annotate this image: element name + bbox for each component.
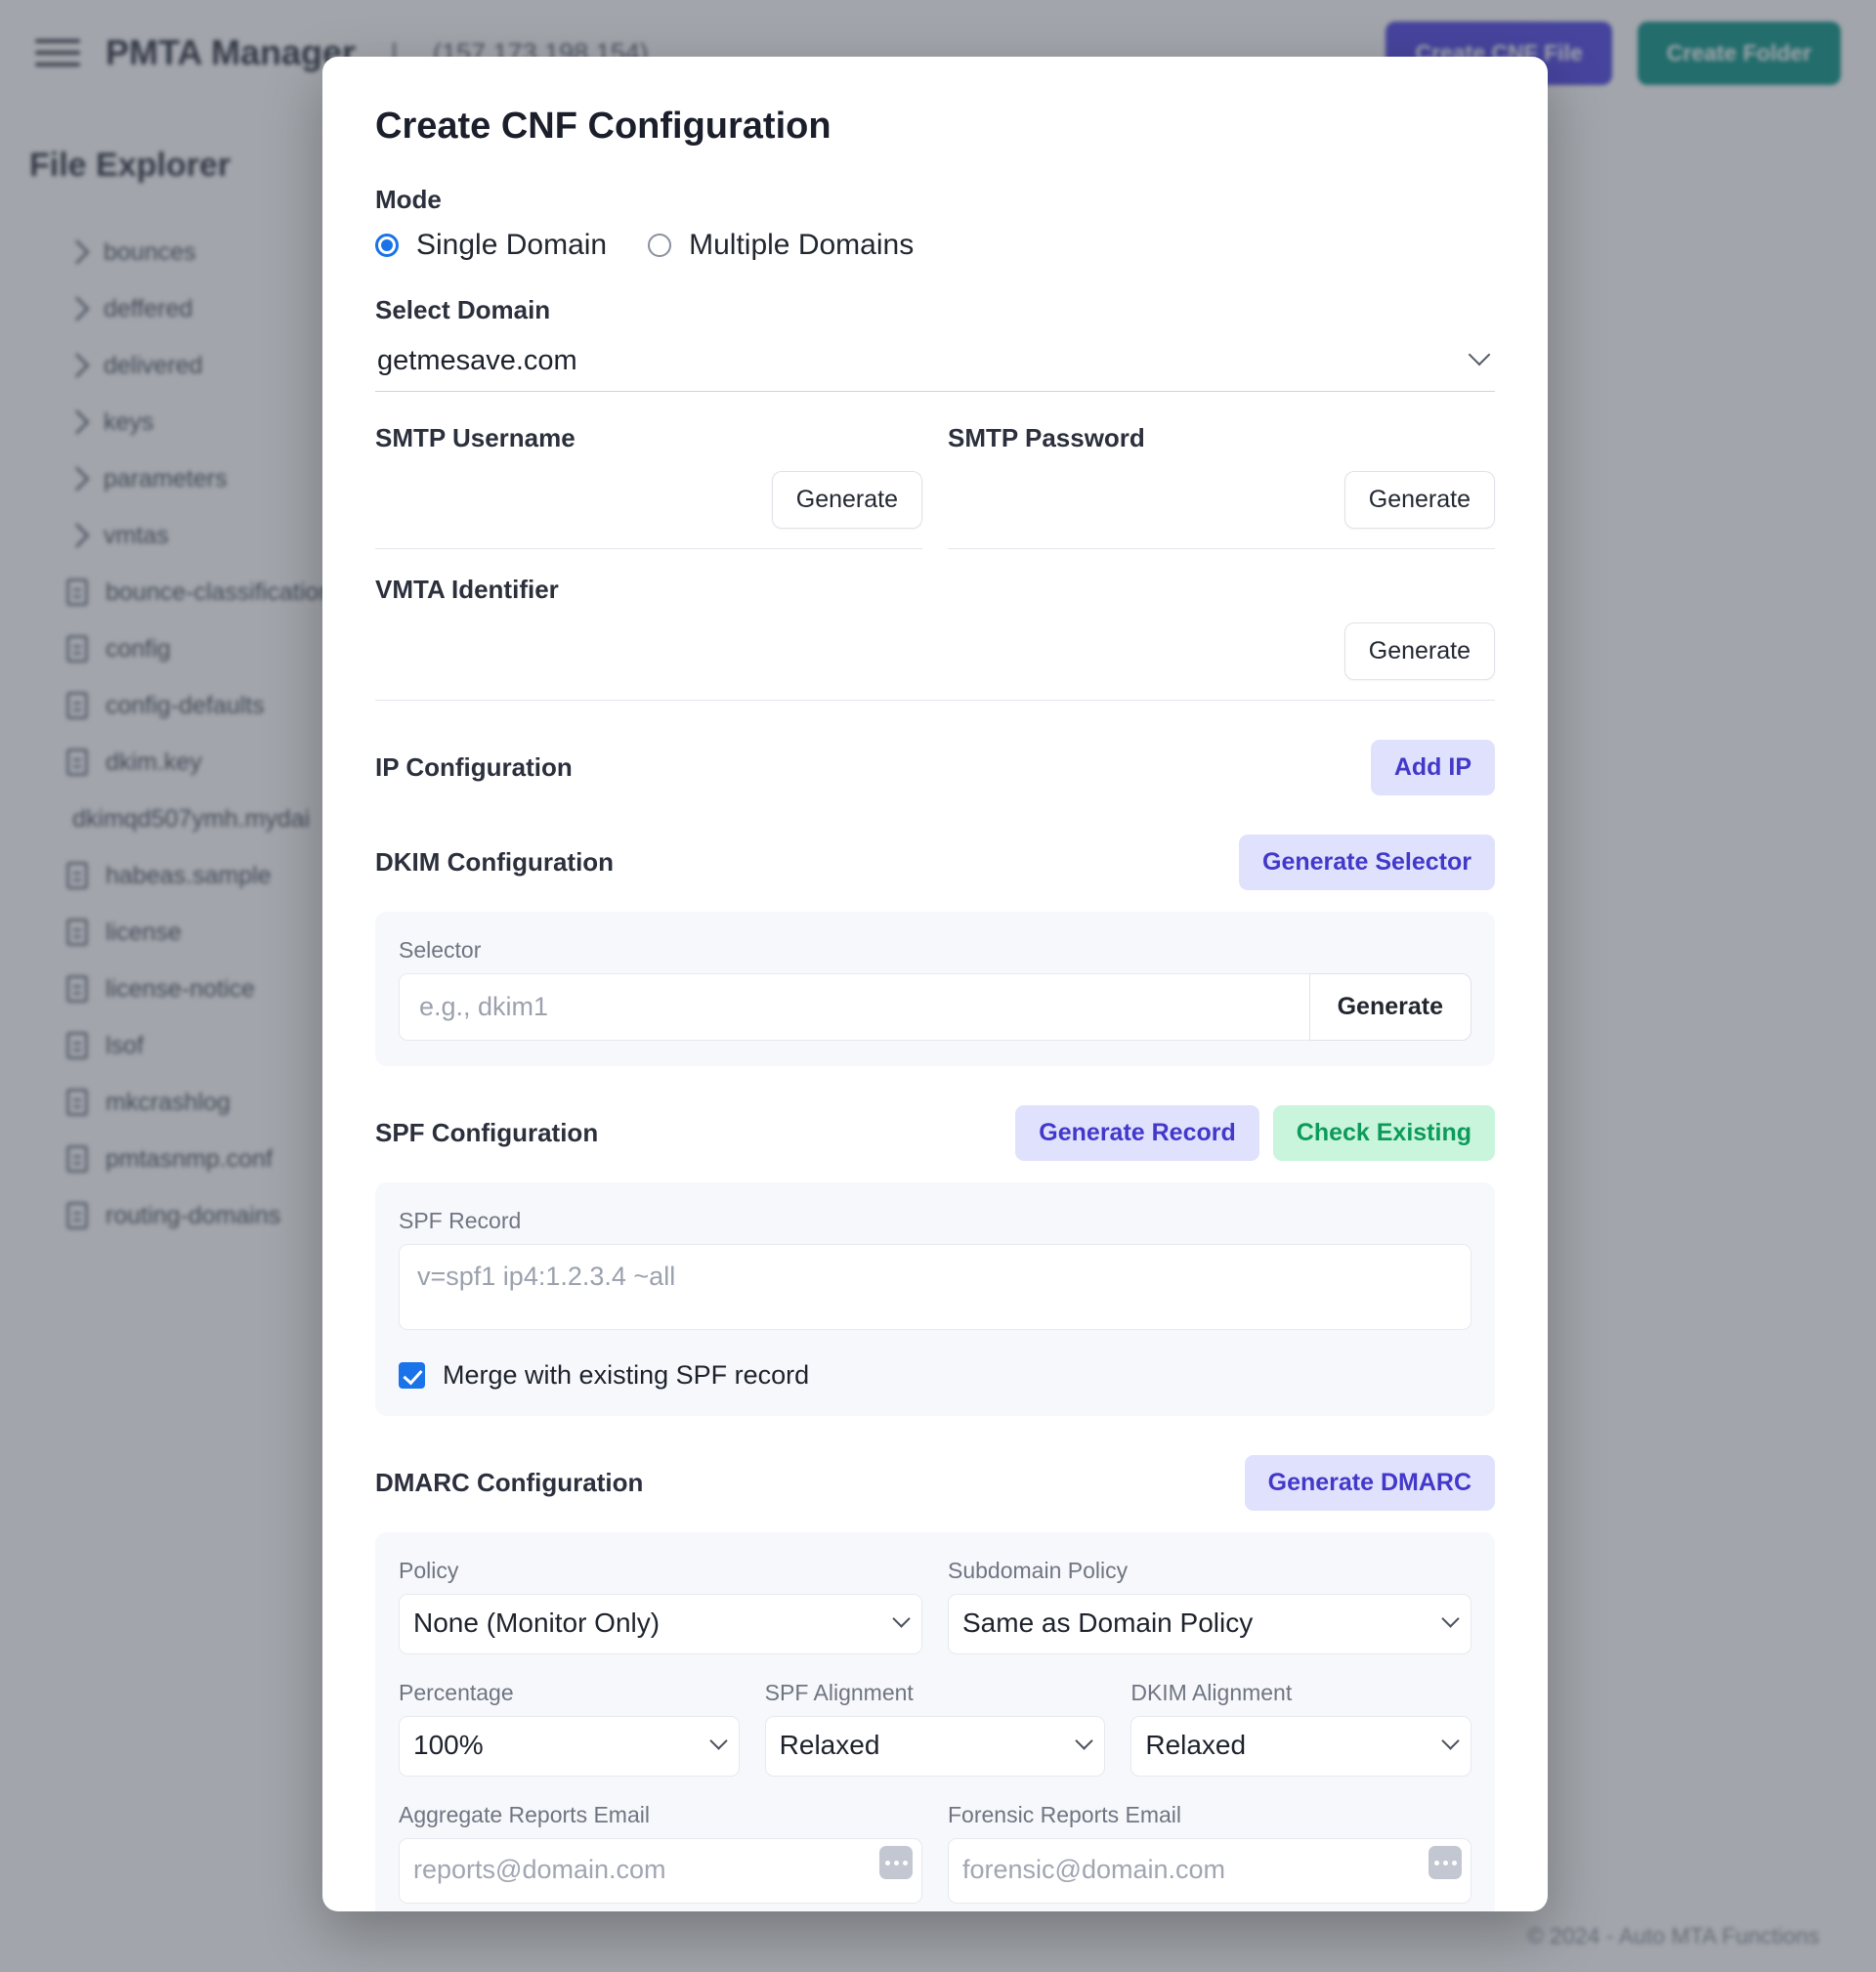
dmarc-subdomain-policy-label: Subdomain Policy — [948, 1558, 1129, 1583]
generate-spf-record-button[interactable]: Generate Record — [1015, 1105, 1259, 1161]
dmarc-spf-alignment-value: Relaxed — [779, 1730, 880, 1760]
ip-configuration-section: IP Configuration Add IP — [375, 740, 1495, 795]
chevron-down-icon — [1441, 1732, 1460, 1750]
dkim-selector-label: Selector — [399, 937, 482, 963]
check-existing-spf-button[interactable]: Check Existing — [1272, 1105, 1495, 1161]
select-domain-value: getmesave.com — [377, 345, 577, 376]
dmarc-policy-value: None (Monitor Only) — [413, 1608, 661, 1638]
vmta-identifier-label: VMTA Identifier — [375, 575, 559, 604]
forensic-email-more-options-icon[interactable] — [1428, 1846, 1462, 1879]
dkim-selector-input[interactable] — [399, 973, 1309, 1041]
spf-panel: SPF Record Merge with existing SPF recor… — [375, 1182, 1495, 1416]
dmarc-forensic-email-label: Forensic Reports Email — [948, 1802, 1182, 1827]
vmta-identifier-input[interactable] — [375, 664, 1339, 694]
dmarc-subdomain-policy-value: Same as Domain Policy — [962, 1608, 1254, 1638]
dmarc-subdomain-policy-select[interactable]: Same as Domain Policy — [948, 1594, 1471, 1654]
smtp-username-field-wrap: Generate — [375, 465, 922, 549]
select-domain-dropdown[interactable]: getmesave.com — [375, 335, 1495, 392]
smtp-username-label: SMTP Username — [375, 423, 576, 452]
smtp-password-label: SMTP Password — [948, 423, 1145, 452]
dmarc-aggregate-email-input[interactable] — [399, 1838, 922, 1904]
dialog-title: Create CNF Configuration — [375, 106, 831, 147]
chevron-down-icon — [1441, 1609, 1460, 1628]
dkim-generate-button[interactable]: Generate — [1308, 973, 1471, 1041]
smtp-username-input[interactable] — [375, 512, 766, 542]
vmta-field-wrap: Generate — [375, 617, 1495, 701]
dmarc-dkim-alignment-label: DKIM Alignment — [1130, 1680, 1293, 1705]
dmarc-dkim-alignment-cell: DKIM Alignment Relaxed — [1130, 1680, 1472, 1777]
dmarc-aggregate-email-label: Aggregate Reports Email — [399, 1802, 650, 1827]
smtp-username-generate-button[interactable]: Generate — [771, 471, 922, 529]
smtp-password-input[interactable] — [948, 512, 1339, 542]
dmarc-forensic-email-cell: Forensic Reports Email — [948, 1802, 1471, 1904]
dmarc-percentage-select[interactable]: 100% — [399, 1716, 740, 1777]
dmarc-panel: Policy None (Monitor Only) Subdomain Pol… — [375, 1532, 1495, 1911]
dmarc-aggregate-email-cell: Aggregate Reports Email — [399, 1802, 922, 1904]
create-cnf-configuration-dialog: Create CNF Configuration Mode Single Dom… — [322, 57, 1548, 1911]
dkim-configuration-section: DKIM Configuration Generate Selector — [375, 835, 1495, 890]
spf-configuration-section: SPF Configuration Generate Record Check … — [375, 1105, 1495, 1161]
dmarc-subdomain-policy-cell: Subdomain Policy Same as Domain Policy — [948, 1558, 1471, 1654]
ip-configuration-label: IP Configuration — [375, 752, 573, 782]
checkbox-checked-icon[interactable] — [399, 1362, 425, 1389]
dmarc-policy-select[interactable]: None (Monitor Only) — [399, 1594, 922, 1654]
merge-spf-label: Merge with existing SPF record — [443, 1360, 810, 1390]
dmarc-spf-alignment-label: SPF Alignment — [764, 1680, 914, 1705]
dmarc-percentage-value: 100% — [413, 1730, 484, 1760]
dmarc-configuration-label: DMARC Configuration — [375, 1468, 644, 1497]
dmarc-percentage-label: Percentage — [399, 1680, 514, 1705]
dmarc-spf-alignment-select[interactable]: Relaxed — [764, 1716, 1106, 1777]
spf-record-textarea[interactable] — [399, 1244, 1471, 1330]
generate-dmarc-button[interactable]: Generate DMARC — [1244, 1455, 1495, 1511]
dmarc-configuration-section: DMARC Configuration Generate DMARC — [375, 1455, 1495, 1511]
merge-spf-checkbox-row[interactable]: Merge with existing SPF record — [399, 1360, 1471, 1391]
chevron-down-icon — [708, 1732, 728, 1750]
smtp-password-field-wrap: Generate — [948, 465, 1495, 549]
mode-radio-group: Single Domain Multiple Domains — [375, 229, 1495, 262]
dmarc-forensic-email-input[interactable] — [948, 1838, 1471, 1904]
vmta-generate-button[interactable]: Generate — [1343, 622, 1495, 680]
chevron-down-icon — [892, 1609, 911, 1628]
dmarc-percentage-cell: Percentage 100% — [399, 1680, 740, 1777]
spf-record-label: SPF Record — [399, 1208, 522, 1233]
aggregate-email-more-options-icon[interactable] — [879, 1846, 913, 1879]
radio-single-domain[interactable]: Single Domain — [375, 229, 607, 262]
radio-multiple-domains-label: Multiple Domains — [689, 229, 915, 261]
dkim-configuration-label: DKIM Configuration — [375, 847, 615, 877]
radio-icon-unselected — [648, 234, 672, 257]
radio-multiple-domains[interactable]: Multiple Domains — [648, 229, 914, 262]
dmarc-dkim-alignment-value: Relaxed — [1145, 1730, 1247, 1760]
dmarc-dkim-alignment-select[interactable]: Relaxed — [1130, 1716, 1472, 1777]
dkim-panel: Selector Generate — [375, 912, 1495, 1066]
mode-label: Mode — [375, 185, 442, 214]
dmarc-spf-alignment-cell: SPF Alignment Relaxed — [764, 1680, 1106, 1777]
generate-selector-button[interactable]: Generate Selector — [1239, 835, 1495, 890]
add-ip-button[interactable]: Add IP — [1370, 740, 1495, 795]
radio-single-domain-label: Single Domain — [416, 229, 608, 261]
dmarc-policy-label: Policy — [399, 1558, 459, 1583]
spf-configuration-label: SPF Configuration — [375, 1118, 599, 1147]
select-domain-label: Select Domain — [375, 295, 551, 324]
smtp-password-generate-button[interactable]: Generate — [1343, 471, 1495, 529]
chevron-down-icon — [1075, 1732, 1094, 1750]
radio-icon-selected — [375, 234, 399, 257]
dmarc-policy-cell: Policy None (Monitor Only) — [399, 1558, 922, 1654]
